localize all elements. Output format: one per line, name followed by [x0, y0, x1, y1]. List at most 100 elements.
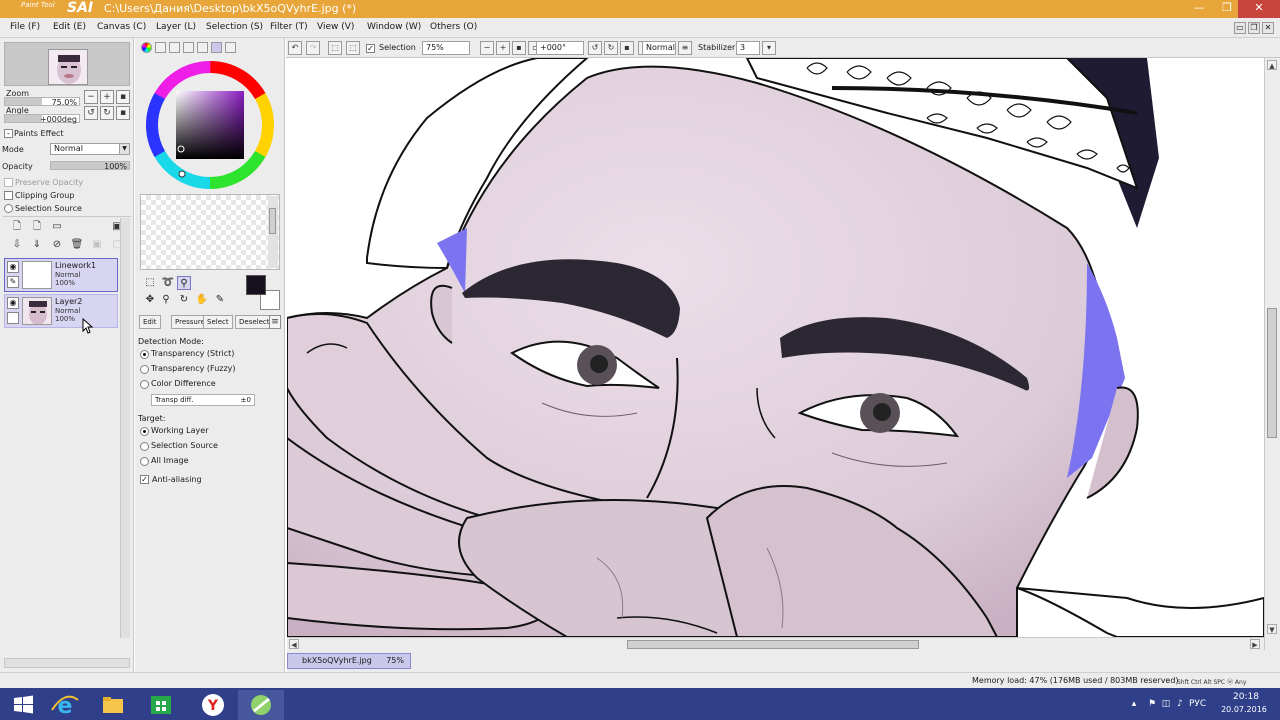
lock-icon[interactable] [7, 312, 19, 324]
internet-explorer-icon[interactable]: e [42, 690, 88, 720]
store-icon[interactable] [138, 690, 184, 720]
rotate-cw-icon[interactable]: ↻ [604, 41, 618, 55]
tray-network-icon[interactable]: ◫ [1160, 698, 1172, 710]
maximize-button[interactable]: ❐ [1214, 0, 1240, 18]
color-mix-tab-icon[interactable] [197, 42, 208, 53]
lasso-tool-icon[interactable]: ➰ [161, 276, 175, 290]
intermediate-color-tab-icon[interactable] [183, 42, 194, 53]
windows-start-icon[interactable] [0, 690, 46, 720]
zoom-slider[interactable]: 75.0% [4, 97, 80, 107]
layer-row[interactable]: ◉ Layer2 Normal 100% [4, 294, 118, 328]
preserve-opacity-checkbox[interactable] [4, 178, 13, 187]
redo-icon[interactable]: ↷ [306, 41, 320, 55]
scroll-left-icon[interactable]: ◀ [289, 639, 299, 649]
magic-wand-tool-icon[interactable]: ⚲ [177, 276, 191, 290]
clear-layer-icon[interactable]: ⊘ [50, 238, 64, 252]
rotate-left-button[interactable]: ↺ [84, 106, 98, 120]
rotate-tool-icon[interactable]: ↻ [177, 293, 191, 307]
target-all-image-radio[interactable] [140, 457, 149, 466]
swatches-tab-icon[interactable] [211, 42, 222, 53]
menu-selection[interactable]: Selection (S) [206, 22, 263, 32]
selection-source-toggle[interactable] [4, 204, 13, 213]
angle-slider[interactable]: +000deg [4, 114, 80, 124]
blend-mode-select[interactable]: Normal ▼ [50, 143, 130, 155]
paint-tool-sai-icon[interactable] [238, 690, 284, 720]
chevron-down-icon[interactable]: ▾ [762, 41, 776, 55]
eyedropper-tool-icon[interactable]: ✎ [213, 293, 227, 307]
zoom-out-button[interactable]: − [84, 90, 98, 104]
tray-language[interactable]: РУС [1189, 699, 1206, 709]
rotate-reset-button[interactable]: ▪ [116, 106, 130, 120]
menu-layer[interactable]: Layer (L) [156, 22, 196, 32]
canvas-vertical-scrollbar[interactable]: ▲ ▼ [1264, 58, 1280, 650]
zoom-reset-button[interactable]: ▪ [116, 90, 130, 104]
horizontal-scroll-thumb[interactable] [627, 640, 919, 649]
zoom-tool-icon[interactable]: ⚲ [159, 293, 173, 307]
move-tool-icon[interactable]: ✥ [143, 293, 157, 307]
selection-tool-icon[interactable]: ⬚ [143, 276, 157, 290]
clipping-group-checkbox[interactable] [4, 191, 13, 200]
apply-mask-icon[interactable]: ▣ [90, 238, 104, 252]
color-wheel-tab-icon[interactable] [141, 42, 152, 53]
menu-filter[interactable]: Filter (T) [270, 22, 308, 32]
tab-deselect[interactable]: Deselect [235, 315, 274, 329]
opacity-slider[interactable]: 100% [50, 161, 130, 171]
tray-chevron-icon[interactable]: ▴ [1128, 698, 1140, 710]
rotate-right-button[interactable]: ↻ [100, 106, 114, 120]
target-selection-source-radio[interactable] [140, 442, 149, 451]
scratchpad-tab-icon[interactable] [225, 42, 236, 53]
rotate-ccw-icon[interactable]: ↺ [588, 41, 602, 55]
anti-aliasing-checkbox[interactable]: ✓ [140, 475, 149, 484]
pen-icon[interactable]: ✎ [7, 276, 19, 288]
minimize-button[interactable]: — [1186, 0, 1212, 18]
yandex-browser-icon[interactable]: Y [190, 690, 236, 720]
tray-date[interactable]: 20.07.2016 [1216, 705, 1272, 714]
new-folder-icon[interactable]: ▭ [50, 220, 64, 234]
blend-mode-field[interactable]: Normal [642, 41, 676, 55]
undo-icon[interactable]: ↶ [288, 41, 302, 55]
layer-list-scrollbar[interactable] [120, 218, 130, 638]
tray-flag-icon[interactable]: ⚑ [1146, 698, 1158, 710]
menu-others[interactable]: Others (O) [430, 22, 477, 32]
hand-tool-icon[interactable]: ✋ [195, 293, 209, 307]
transfer-down-icon[interactable]: ⇩ [10, 238, 24, 252]
zoom-select[interactable]: 75% [422, 41, 470, 55]
delete-layer-icon[interactable]: 🗑 [70, 238, 84, 252]
zoom-out-icon[interactable]: − [480, 41, 494, 55]
new-layer-icon[interactable]: 🗋 [10, 220, 24, 234]
scroll-down-icon[interactable]: ▼ [1267, 624, 1277, 634]
stabilizer-select[interactable]: 3 [736, 41, 760, 55]
tab-select[interactable]: Select [203, 315, 233, 329]
rotate-reset-icon[interactable]: ▪ [620, 41, 634, 55]
merge-down-icon[interactable]: ⇓ [30, 238, 44, 252]
hsv-slider-tab-icon[interactable] [169, 42, 180, 53]
primary-color-swatch[interactable] [246, 275, 266, 295]
tray-time[interactable]: 20:18 [1224, 692, 1268, 702]
menu-edit[interactable]: Edit (E) [53, 22, 86, 32]
swatch-scrollbar[interactable] [268, 196, 278, 268]
target-working-layer-radio[interactable] [140, 427, 149, 436]
deselect-icon[interactable]: ⬚ [328, 41, 342, 55]
tray-volume-icon[interactable]: ♪ [1174, 698, 1186, 710]
menu-canvas[interactable]: Canvas (C) [97, 22, 146, 32]
vertical-scroll-thumb[interactable] [1267, 308, 1277, 438]
angle-select[interactable]: +000° [536, 41, 584, 55]
menu-window[interactable]: Window (W) [367, 22, 421, 32]
canvas-horizontal-scrollbar[interactable]: ◀ ▶ [287, 637, 1264, 650]
zoom-actual-icon[interactable]: ▪ [512, 41, 526, 55]
navigator-preview[interactable] [4, 42, 130, 86]
mdi-close-button[interactable]: ✕ [1262, 22, 1274, 34]
color-wheel[interactable] [145, 60, 275, 190]
close-button[interactable]: ✕ [1238, 0, 1280, 18]
tool-menu-icon[interactable]: ≡ [269, 315, 281, 329]
selection-visible-checkbox[interactable]: ✓ [366, 44, 375, 53]
menu-view[interactable]: View (V) [317, 22, 354, 32]
invert-selection-icon[interactable]: ⬚ [346, 41, 360, 55]
detection-color-diff-radio[interactable] [140, 380, 149, 389]
zoom-in-button[interactable]: + [100, 90, 114, 104]
eye-icon[interactable]: ◉ [7, 261, 19, 273]
layer-list-hscrollbar[interactable] [4, 658, 130, 668]
menu-file[interactable]: File (F) [10, 22, 40, 32]
drawing-canvas[interactable] [287, 58, 1264, 637]
transp-diff-slider[interactable]: Transp diff. ±0 [151, 394, 255, 406]
